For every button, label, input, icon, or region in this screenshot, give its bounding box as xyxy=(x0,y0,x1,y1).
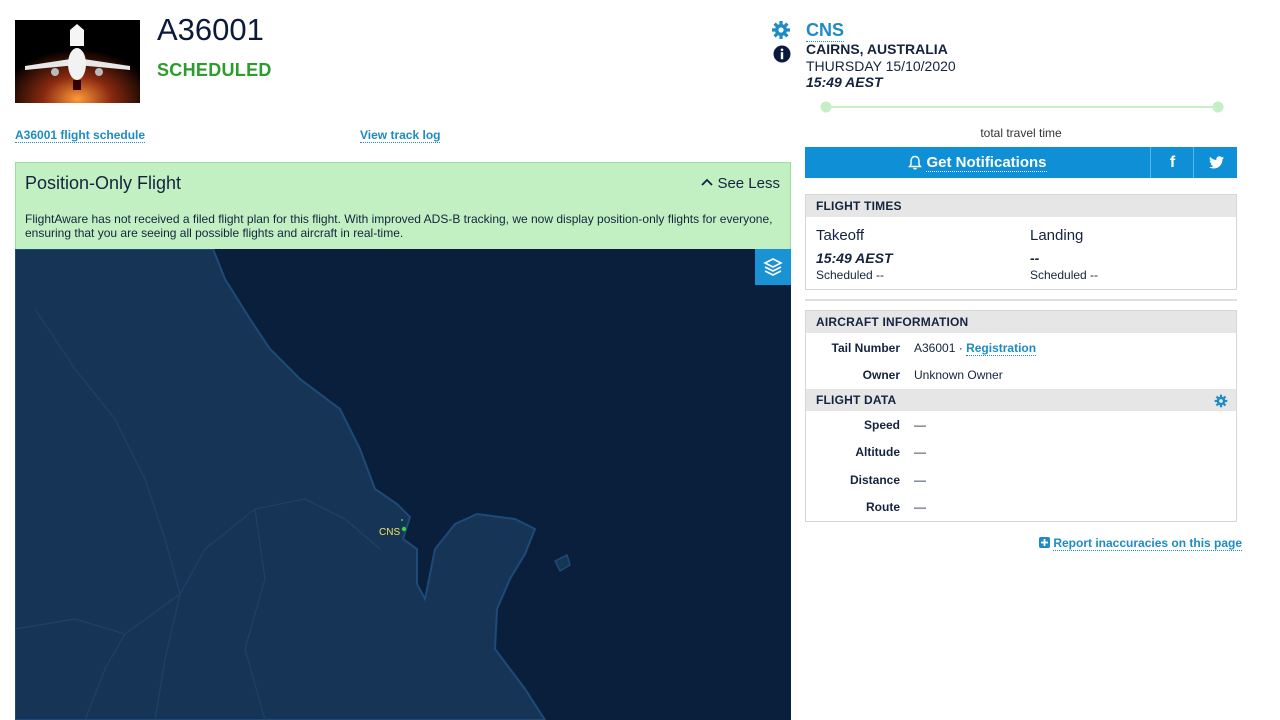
landing-column: Landing -- Scheduled -- xyxy=(1030,227,1098,282)
speed-label: Speed xyxy=(863,418,900,432)
flight-times-panel: FLIGHT TIMES Takeoff 15:49 AEST Schedule… xyxy=(805,194,1237,290)
aircraft-information-header: AIRCRAFT INFORMATION xyxy=(806,311,1236,333)
flight-status: SCHEDULED xyxy=(157,60,272,80)
landing-time: -- xyxy=(1030,250,1040,266)
banner-title: Position-Only Flight xyxy=(25,173,182,193)
speed-value: — xyxy=(914,418,926,432)
plus-square-icon xyxy=(1039,537,1050,548)
takeoff-scheduled: Scheduled -- xyxy=(816,268,885,282)
bell-icon xyxy=(908,155,923,170)
travel-progress-bar xyxy=(820,100,1224,113)
flight-ident: A36001 xyxy=(157,12,264,47)
takeoff-label: Takeoff xyxy=(816,227,865,244)
takeoff-column: Takeoff 15:49 AEST Scheduled -- xyxy=(816,227,893,282)
origin-date: THURSDAY 15/10/2020 xyxy=(806,58,956,74)
facebook-share-button[interactable]: f xyxy=(1150,147,1194,178)
report-inaccuracies-label: Report inaccuracies on this page xyxy=(1053,536,1243,551)
landing-scheduled: Scheduled -- xyxy=(1030,268,1099,282)
see-less-label: See Less xyxy=(717,175,780,192)
get-notifications-button[interactable]: Get Notifications xyxy=(805,147,1150,178)
tail-number-value: A36001 xyxy=(914,341,956,355)
track-log-link[interactable]: View track log xyxy=(360,128,441,143)
landing-label: Landing xyxy=(1030,227,1084,244)
owner-value: Unknown Owner xyxy=(914,368,1003,382)
travel-time-label: total travel time xyxy=(980,126,1062,140)
flight-map[interactable]: CNS xyxy=(15,249,791,720)
airport-label[interactable]: CNS xyxy=(379,527,400,538)
origin-city: CAIRNS, AUSTRALIA xyxy=(806,41,948,57)
flight-times-header: FLIGHT TIMES xyxy=(806,195,1236,217)
aircraft-photo[interactable] xyxy=(15,20,140,103)
aircraft-information-panel: AIRCRAFT INFORMATION Tail Number A36001 … xyxy=(805,310,1237,522)
section-divider xyxy=(805,299,1237,301)
position-only-banner: Position-Only Flight See Less FlightAwar… xyxy=(15,162,791,250)
report-inaccuracies-link[interactable]: Report inaccuracies on this page xyxy=(1039,536,1243,551)
distance-label: Distance xyxy=(849,473,900,487)
notification-bar: Get Notifications f xyxy=(805,147,1237,178)
distance-value: — xyxy=(914,473,926,487)
flight-schedule-link[interactable]: A36001 flight schedule xyxy=(15,128,146,143)
facebook-icon: f xyxy=(1169,153,1176,171)
banner-description: FlightAware has not received a filed fli… xyxy=(25,212,773,240)
separator-dot: · xyxy=(958,341,963,355)
flight-data-header: FLIGHT DATA xyxy=(806,389,1236,411)
map-layers-button[interactable] xyxy=(755,249,791,285)
info-icon[interactable] xyxy=(773,45,791,68)
gear-icon[interactable] xyxy=(771,20,791,45)
twitter-icon xyxy=(1208,156,1224,169)
layers-icon xyxy=(763,258,783,276)
origin-airport-code[interactable]: CNS xyxy=(806,20,845,42)
owner-label: Owner xyxy=(862,368,900,382)
registration-link[interactable]: Registration xyxy=(966,341,1037,356)
route-value: — xyxy=(914,500,926,514)
altitude-value: — xyxy=(914,445,926,459)
get-notifications-label: Get Notifications xyxy=(926,153,1047,172)
chevron-up-icon xyxy=(701,178,713,186)
altitude-label: Altitude xyxy=(855,445,900,459)
takeoff-time: 15:49 AEST xyxy=(816,250,893,266)
route-label: Route xyxy=(866,500,900,514)
flight-data-title: FLIGHT DATA xyxy=(816,393,897,407)
origin-time: 15:49 AEST xyxy=(806,74,883,90)
gear-icon[interactable] xyxy=(1214,393,1228,415)
twitter-share-button[interactable] xyxy=(1193,147,1238,178)
see-less-toggle[interactable]: See Less xyxy=(701,175,780,192)
tail-number-label: Tail Number xyxy=(831,341,900,355)
